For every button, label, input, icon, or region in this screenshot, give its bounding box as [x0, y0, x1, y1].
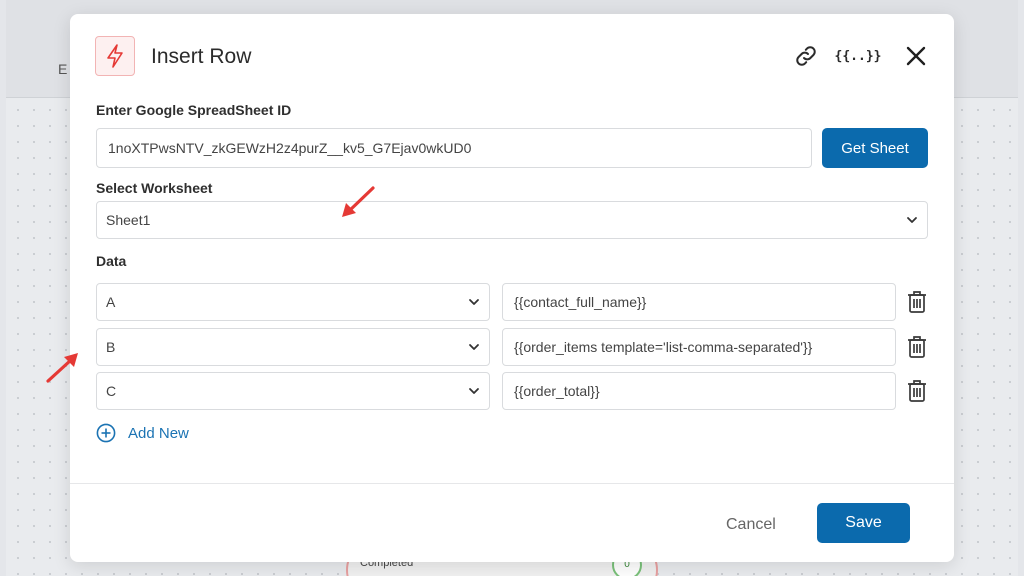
trash-icon — [908, 380, 926, 402]
chevron-down-icon — [907, 217, 917, 223]
delete-row-button[interactable] — [906, 290, 928, 314]
trash-icon — [908, 291, 926, 313]
column-select-value: B — [106, 339, 116, 355]
data-row-column-select[interactable]: B — [96, 328, 490, 366]
delete-row-button[interactable] — [906, 335, 928, 359]
data-row-column-select[interactable]: C — [96, 372, 490, 410]
chevron-down-icon — [469, 299, 479, 305]
cancel-button[interactable]: Cancel — [726, 512, 776, 538]
close-icon — [906, 46, 926, 66]
data-row-value-input[interactable] — [502, 283, 896, 321]
data-row-column-select[interactable]: A — [96, 283, 490, 321]
footer-divider — [70, 483, 954, 484]
link-button[interactable] — [792, 42, 820, 70]
select-worksheet-label: Select Worksheet — [96, 180, 213, 196]
spreadsheet-id-label: Enter Google SpreadSheet ID — [96, 102, 292, 118]
data-label: Data — [96, 253, 127, 269]
get-sheet-button[interactable]: Get Sheet — [822, 128, 928, 168]
add-new-row-button[interactable]: Add New — [96, 422, 189, 444]
link-icon — [796, 46, 816, 66]
background-tab: E — [58, 61, 68, 77]
column-select-value: A — [106, 294, 116, 310]
add-new-label: Add New — [128, 424, 189, 442]
column-select-value: C — [106, 383, 117, 399]
spreadsheet-id-input[interactable] — [96, 128, 812, 168]
plus-circle-icon — [96, 423, 116, 443]
chevron-down-icon — [469, 344, 479, 350]
worksheet-select[interactable]: Sheet1 — [96, 201, 928, 239]
delete-row-button[interactable] — [906, 379, 928, 403]
modal-title: Insert Row — [151, 45, 252, 68]
variables-button[interactable]: {{..}} — [835, 42, 882, 70]
modal-header: Insert Row {{..}} — [70, 14, 954, 100]
close-button[interactable] — [902, 42, 930, 70]
worksheet-select-value: Sheet1 — [106, 212, 151, 228]
trash-icon — [908, 336, 926, 358]
data-row-value-input[interactable] — [502, 372, 896, 410]
insert-row-modal: Insert Row {{..}} Enter Google SpreadShe… — [70, 14, 954, 562]
lightning-bolt-icon — [95, 36, 135, 76]
chevron-down-icon — [469, 388, 479, 394]
save-button[interactable]: Save — [817, 503, 910, 543]
data-row-value-input[interactable] — [502, 328, 896, 366]
